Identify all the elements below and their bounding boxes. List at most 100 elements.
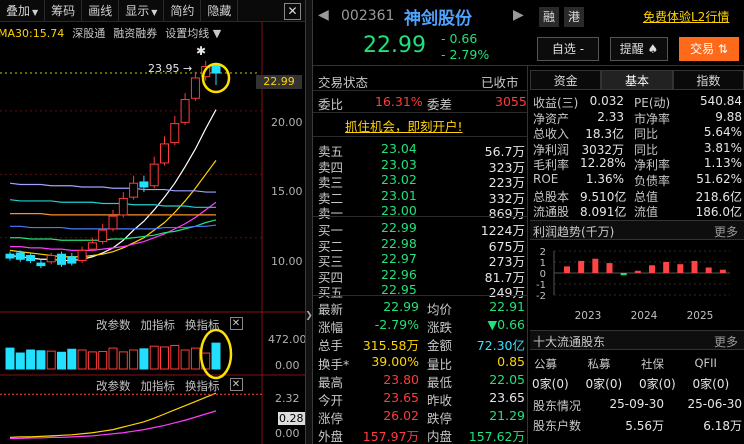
vol-switch-indicator[interactable]: 换指标 bbox=[185, 317, 220, 333]
alert-button[interactable]: 提醒 ♠ bbox=[610, 37, 668, 61]
profit-bar bbox=[705, 267, 712, 273]
fundamental-row: 总收入 18.3亿 同比 5.64% bbox=[533, 125, 742, 142]
stat-row: 涨幅 -2.79% 涨跌 ▼0.66 bbox=[318, 317, 525, 336]
ind-tick-1: 2.32 bbox=[275, 392, 300, 405]
holder-count: 0家(0) bbox=[692, 377, 730, 391]
profit-y-tick: 2 bbox=[540, 247, 546, 258]
volume-panel-toolbar: 改参数 加指标 换指标 ✕ bbox=[96, 317, 243, 333]
volume-bar bbox=[160, 346, 169, 370]
open-account-link[interactable]: 抓住机会，即刻开户! bbox=[345, 116, 463, 135]
tab-capital[interactable]: 资金 bbox=[530, 70, 602, 90]
volume-bar bbox=[67, 348, 77, 370]
candle-body bbox=[15, 252, 25, 260]
candle-body bbox=[26, 254, 36, 262]
margin-tag[interactable]: 融 bbox=[539, 7, 559, 27]
vol-tick-zero: 0.00 bbox=[275, 359, 300, 372]
pane-splitter[interactable] bbox=[305, 0, 313, 444]
profit-y-tick: -1 bbox=[536, 280, 546, 291]
vol-edit-params[interactable]: 改参数 bbox=[96, 317, 131, 333]
bid-level-row[interactable]: 买一 22.99 1224万 bbox=[313, 219, 527, 238]
fundamental-row: 收益(三) 0.032 PE(动) 540.84 bbox=[533, 94, 742, 110]
profit-x-tick: 2025 bbox=[687, 310, 714, 322]
volume-bar bbox=[129, 349, 139, 370]
holder-category: QFII bbox=[694, 356, 717, 370]
kline-chart-pane[interactable]: 叠加 ▼ 筹码 画线 显示 ▼ 简约 隐藏 ✕ MA30:15.74 深股通 融资融… bbox=[0, 0, 305, 444]
stat-row: 换手* 39.00% 量比 0.85 bbox=[318, 353, 525, 372]
profit-bar bbox=[649, 265, 655, 273]
ind-tick-3: 0.00 bbox=[275, 427, 300, 440]
stat-row: 今开 23.65 昨收 23.65 bbox=[318, 390, 525, 408]
vol-tick-max: 472.00 bbox=[268, 333, 305, 346]
bid-level-row[interactable]: 买二 22.98 675万 bbox=[313, 235, 527, 254]
ind-tick-2: 0.28 bbox=[278, 412, 305, 425]
holder-count: 0家(0) bbox=[639, 377, 676, 391]
volume-bar bbox=[5, 347, 15, 370]
connect-tag[interactable]: 港 bbox=[564, 7, 584, 27]
volume-bar bbox=[15, 352, 25, 370]
price-change: - 0.66 bbox=[441, 31, 478, 46]
next-stock-icon[interactable]: ▶ bbox=[513, 7, 524, 23]
profit-bar bbox=[592, 258, 599, 273]
tab-index[interactable]: 指数 bbox=[672, 70, 744, 90]
candle-body bbox=[98, 229, 108, 243]
profit-bar bbox=[677, 264, 684, 273]
fundamental-row: 流通股 8.091亿 流值 186.0亿 bbox=[533, 205, 742, 220]
volume-bar bbox=[98, 351, 108, 370]
close-icon[interactable]: ✕ bbox=[229, 378, 243, 391]
bid-level-row[interactable]: 买四 22.96 81.7万 bbox=[313, 266, 527, 285]
ask-level-row[interactable]: 卖二 23.01 332万 bbox=[313, 187, 527, 206]
vol-add-indicator[interactable]: 加指标 bbox=[141, 317, 176, 333]
ask-level-row[interactable]: 卖三 23.02 223万 bbox=[313, 171, 527, 190]
candle-body bbox=[139, 181, 149, 188]
volume-bar bbox=[87, 351, 97, 370]
profit-trend-header: 利润趋势(千万) 更多 bbox=[530, 220, 744, 240]
candle-body bbox=[190, 77, 200, 99]
prev-stock-icon[interactable]: ◀ bbox=[318, 7, 329, 23]
ask-level-row[interactable]: 卖五 23.04 56.7万 bbox=[313, 140, 527, 159]
ask-level-row[interactable]: 卖四 23.03 323万 bbox=[313, 156, 527, 175]
profit-trend-chart: 210-1-2 2023 2024 2025 bbox=[536, 247, 730, 322]
stock-name: 神剑股份 bbox=[404, 9, 472, 29]
holder-category: 公募 bbox=[534, 357, 557, 371]
holders-more-link[interactable]: 更多 bbox=[714, 333, 738, 350]
quote-header: ◀ 002361 神剑股份 ▶ 融 港 免费体验L2行情 22.99 - 0.6… bbox=[313, 0, 744, 66]
candle-body bbox=[149, 163, 159, 187]
profit-more-link[interactable]: 更多 bbox=[714, 223, 738, 240]
bid-level-row[interactable]: 买三 22.97 273万 bbox=[313, 250, 527, 269]
y-tick-15: 15.00 bbox=[271, 185, 303, 198]
candle-body bbox=[77, 249, 87, 262]
candle-body bbox=[5, 253, 15, 259]
volume-bar bbox=[118, 351, 128, 370]
ind-switch-indicator[interactable]: 换指标 bbox=[185, 378, 220, 394]
volume-bar bbox=[36, 350, 46, 370]
ind-add-indicator[interactable]: 加指标 bbox=[141, 378, 176, 394]
ind-edit-params[interactable]: 改参数 bbox=[96, 378, 131, 394]
holder-count: 0家(0) bbox=[532, 377, 569, 391]
indicator-panel-toolbar: 改参数 加指标 换指标 ✕ bbox=[96, 378, 243, 394]
ma-line bbox=[9, 182, 216, 193]
profit-bar bbox=[634, 270, 641, 273]
fundamental-row: 毛利率 12.28% 净利率 1.13% bbox=[533, 156, 742, 173]
collapse-arrow-icon[interactable]: ❯ bbox=[305, 311, 313, 321]
profit-y-tick: 1 bbox=[540, 258, 546, 269]
volume-bar bbox=[180, 349, 190, 370]
indicator-line bbox=[10, 410, 217, 440]
stat-row: 涨停 26.02 跌停 21.29 bbox=[318, 408, 525, 427]
candle-body bbox=[118, 197, 128, 216]
volume-bar bbox=[170, 344, 180, 370]
volume-bar bbox=[46, 350, 56, 370]
tab-fundamentals[interactable]: 基本 bbox=[601, 70, 673, 90]
holder-info-row: 股东户数 5.56万 6.18万 bbox=[533, 419, 742, 433]
profit-bar bbox=[719, 269, 726, 273]
close-icon[interactable]: ✕ bbox=[229, 317, 243, 330]
trade-button[interactable]: 交易 ⇅ bbox=[679, 37, 739, 61]
trading-status-row: 交易状态 已收市 bbox=[318, 75, 519, 90]
volume-bar bbox=[108, 347, 118, 370]
candle-body bbox=[180, 99, 190, 123]
watchlist-button[interactable]: 自选 - bbox=[537, 37, 599, 61]
volume-bar bbox=[77, 349, 87, 370]
y-tick-10: 10.00 bbox=[271, 255, 303, 268]
l2-trial-link[interactable]: 免费体验L2行情 bbox=[643, 8, 729, 25]
profit-bar bbox=[606, 263, 613, 273]
stock-terminal: 叠加 ▼ 筹码 画线 显示 ▼ 简约 隐藏 ✕ MA30:15.74 深股通 融资融… bbox=[0, 0, 744, 444]
